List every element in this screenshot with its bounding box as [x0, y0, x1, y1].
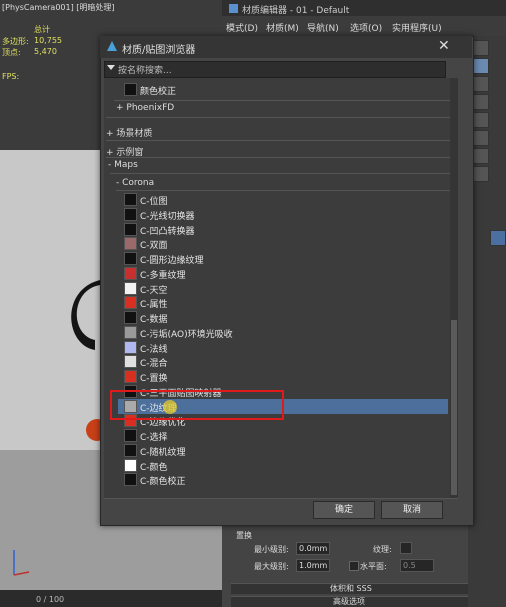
- map-swatch: [124, 193, 137, 206]
- search-placeholder: 按名称搜索...: [118, 66, 172, 76]
- sample-type-icon[interactable]: [473, 40, 489, 56]
- min-level-spinner[interactable]: 0.0mm: [296, 542, 330, 555]
- timeline-bar[interactable]: [0, 590, 230, 607]
- divider: [116, 190, 450, 191]
- map-swatch: [124, 355, 137, 368]
- group-phoenixfd[interactable]: + PhoenixFD: [116, 103, 174, 113]
- map-swatch: [124, 311, 137, 324]
- map-swatch: [124, 473, 137, 486]
- list-item[interactable]: 颜色校正: [140, 84, 176, 97]
- map-swatch: [124, 444, 137, 457]
- browser-logo-icon: [107, 41, 117, 51]
- dialog-title: 材质/贴图浏览器: [122, 45, 196, 56]
- uv-tiling-icon[interactable]: [473, 94, 489, 110]
- annotation-highlight-box: [110, 390, 284, 420]
- max-level-label: 最大级别:: [254, 562, 289, 571]
- divider: [106, 157, 450, 158]
- map-list-item[interactable]: C-颜色: [140, 460, 168, 473]
- stats-poly-value: 10,755: [34, 36, 62, 45]
- map-swatch: [124, 208, 137, 221]
- fps-label: FPS:: [2, 72, 20, 81]
- horizon-label: 水平面:: [360, 562, 387, 571]
- material-editor-title: 材质编辑器 - 01 - Default: [242, 6, 350, 16]
- map-list-item[interactable]: C-随机纹理: [140, 445, 186, 458]
- backlight-icon[interactable]: [473, 58, 489, 74]
- map-list-item[interactable]: C-颜色校正: [140, 474, 186, 487]
- map-list-item[interactable]: C-双面: [140, 238, 168, 251]
- divider: [106, 117, 450, 118]
- texture-label: 纹理:: [373, 545, 392, 554]
- scrollbar-thumb[interactable]: [451, 320, 457, 495]
- map-list-item[interactable]: C-多重纹理: [140, 268, 186, 281]
- map-list-item[interactable]: C-污垢(AO)环境光吸收: [140, 327, 233, 340]
- stats-total-label: 总计: [34, 25, 50, 34]
- map-swatch: [124, 252, 137, 265]
- stats-vert-label: 顶点:: [2, 48, 21, 57]
- divider: [106, 140, 450, 141]
- map-list-item[interactable]: C-法线: [140, 342, 168, 355]
- map-list-item[interactable]: C-位图: [140, 194, 168, 207]
- select-by-material-icon[interactable]: [473, 148, 489, 164]
- divider: [114, 100, 450, 101]
- menu-material[interactable]: 材质(M): [266, 21, 299, 34]
- side-swatch-icon[interactable]: [490, 230, 506, 246]
- group-maps[interactable]: - Maps: [108, 160, 138, 170]
- axis-gizmo-icon: [13, 550, 30, 576]
- map-swatch: [124, 341, 137, 354]
- map-list-item[interactable]: C-天空: [140, 283, 168, 296]
- map-list-item[interactable]: C-光线切换器: [140, 209, 195, 222]
- options-icon[interactable]: [473, 130, 489, 146]
- material-navigator-icon[interactable]: [473, 166, 489, 182]
- map-swatch: [124, 429, 137, 442]
- map-swatch: [124, 370, 137, 383]
- menu-mode[interactable]: 模式(D): [226, 21, 258, 34]
- rollout-advanced-label: 高级选项: [333, 597, 365, 606]
- divider: [104, 498, 458, 499]
- menu-options[interactable]: 选项(O): [350, 21, 382, 34]
- horizon-checkbox[interactable]: [349, 561, 359, 571]
- max-level-spinner[interactable]: 1.0mm: [296, 559, 330, 572]
- map-list-item[interactable]: C-选择: [140, 430, 168, 443]
- map-swatch: [124, 459, 137, 472]
- stats-vert-value: 5,470: [34, 47, 57, 56]
- group-corona[interactable]: - Corona: [116, 178, 154, 188]
- map-list-item[interactable]: C-置换: [140, 371, 168, 384]
- map-swatch: [124, 282, 137, 295]
- timeline-frame: 0 / 100: [36, 595, 65, 604]
- map-swatch: [124, 237, 137, 250]
- background-icon[interactable]: [473, 76, 489, 92]
- close-icon[interactable]: ✕: [438, 38, 450, 54]
- horizon-spinner[interactable]: 0.5: [400, 559, 434, 572]
- map-list-item[interactable]: C-数据: [140, 312, 168, 325]
- menu-utilities[interactable]: 实用程序(U): [392, 21, 442, 34]
- map-swatch: [124, 267, 137, 280]
- map-list-item[interactable]: C-混合: [140, 356, 168, 369]
- min-level-label: 最小级别:: [254, 545, 289, 554]
- menu-navigation[interactable]: 导航(N): [307, 21, 339, 34]
- map-list-item[interactable]: C-属性: [140, 297, 168, 310]
- texture-slot-button[interactable]: [400, 542, 412, 554]
- map-swatch: [124, 83, 137, 96]
- group-scene-materials[interactable]: + 场景材质: [106, 126, 152, 139]
- rollout-volume-sss-label: 体积和 SSS: [330, 584, 372, 593]
- ok-button[interactable]: 确定: [313, 501, 375, 519]
- viewport-label[interactable]: [PhysCamera001] [明暗处理]: [2, 2, 115, 13]
- video-color-icon[interactable]: [473, 112, 489, 128]
- material-editor-icon: [229, 4, 238, 13]
- map-swatch: [124, 296, 137, 309]
- displacement-header: 置换: [236, 531, 252, 540]
- map-swatch: [124, 223, 137, 236]
- map-swatch: [124, 326, 137, 339]
- stats-poly-label: 多边形:: [2, 37, 29, 46]
- divider: [110, 173, 450, 174]
- map-list-item[interactable]: C-圆形边缘纹理: [140, 253, 204, 266]
- search-options-chevron-icon[interactable]: [107, 65, 115, 70]
- cancel-button[interactable]: 取消: [381, 501, 443, 519]
- mouse-cursor-icon: [163, 400, 177, 414]
- map-list-item[interactable]: C-凹凸转换器: [140, 224, 195, 237]
